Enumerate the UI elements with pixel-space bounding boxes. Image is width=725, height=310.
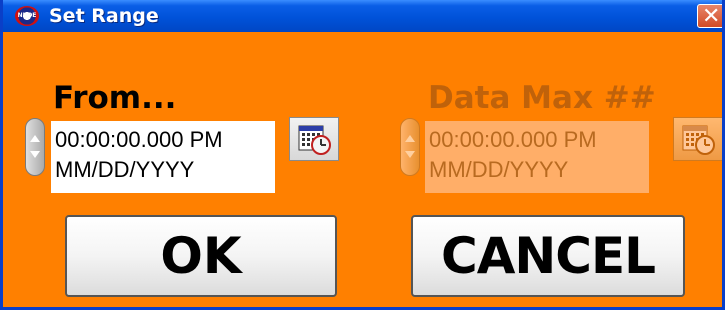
app-logo-icon: NI-DE [15,6,39,26]
spinner-down-icon [405,151,415,158]
window-title: Set Range [49,5,159,27]
close-button[interactable]: ✕ [697,4,722,29]
calendar-clock-icon [298,125,331,155]
calendar-clock-icon [682,125,715,155]
from-heading: From... [53,80,177,116]
spinner-down-icon[interactable] [30,151,40,158]
from-date-value: MM/DD/YYYY [55,157,195,182]
close-icon: ✕ [702,4,721,29]
to-calendar-button [673,117,722,161]
from-calendar-button[interactable] [289,117,339,161]
to-timestamp-spinner [400,118,420,176]
app-logo-text: NI-DE [17,12,37,19]
cancel-button[interactable]: CANCEL [411,215,685,297]
ok-button[interactable]: OK [65,215,337,297]
to-timestamp-field: 00:00:00.000 PM MM/DD/YYYY [425,121,649,193]
spinner-up-icon [405,135,415,142]
spinner-up-icon[interactable] [30,135,40,142]
set-range-dialog: NI-DE Set Range ✕ From... 00:00:00.000 P… [0,0,725,310]
title-bar[interactable]: NI-DE Set Range ✕ [3,0,722,32]
to-time-value: 00:00:00.000 PM [429,127,597,152]
to-date-value: MM/DD/YYYY [429,157,569,182]
from-timestamp-spinner[interactable] [25,118,45,176]
from-timestamp-field[interactable]: 00:00:00.000 PM MM/DD/YYYY [51,121,275,193]
from-time-value: 00:00:00.000 PM [55,127,223,152]
to-heading: Data Max ## [428,80,656,116]
